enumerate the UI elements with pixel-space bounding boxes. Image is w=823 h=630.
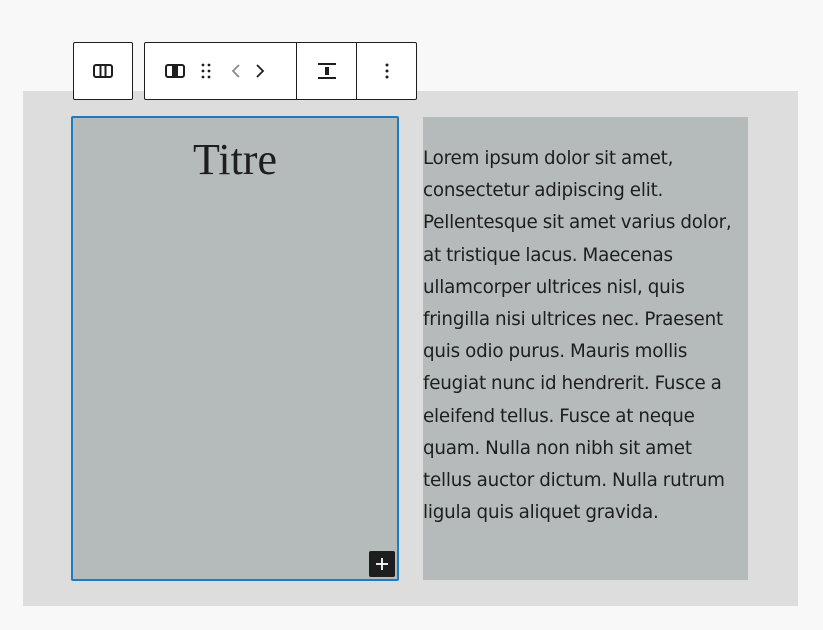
move-right-button[interactable] <box>249 43 271 99</box>
options-button[interactable] <box>357 43 416 99</box>
drag-handle-icon <box>201 63 211 79</box>
block-toolbar-parent <box>73 42 133 100</box>
select-parent-button[interactable] <box>74 43 132 99</box>
column-block-selected[interactable]: Titre <box>71 116 399 581</box>
paragraph-block[interactable]: Lorem ipsum dolor sit amet, consectetur … <box>423 143 741 529</box>
more-vertical-icon <box>385 63 389 79</box>
chevron-right-icon <box>255 64 264 78</box>
drag-handle-button[interactable] <box>193 43 219 99</box>
columns-icon <box>93 64 113 78</box>
plus-icon <box>376 558 388 570</box>
vertical-align-button[interactable] <box>297 43 356 99</box>
align-vertical-center-icon <box>317 63 336 79</box>
chevron-left-icon <box>231 64 240 78</box>
column-icon <box>164 64 185 78</box>
block-inserter-button[interactable] <box>369 551 395 577</box>
move-left-button[interactable] <box>219 43 249 99</box>
column-block[interactable]: Lorem ipsum dolor sit amet, consectetur … <box>423 117 748 580</box>
heading-block[interactable]: Titre <box>73 134 397 185</box>
block-toolbar <box>144 42 417 100</box>
column-block-button[interactable] <box>145 43 193 99</box>
